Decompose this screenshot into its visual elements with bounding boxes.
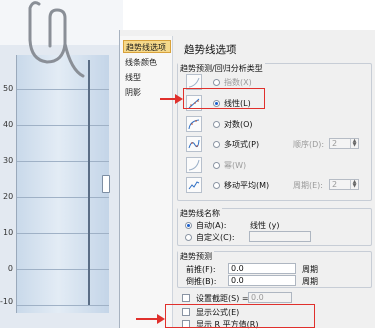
moving-average-preview-icon: [186, 177, 202, 193]
group-title: 趋势预测/回归分析类型: [178, 63, 265, 74]
highlight-box-display-options: [165, 304, 315, 328]
nav-item-trendline-options[interactable]: 趋势线选项: [123, 40, 171, 53]
radio-exponential[interactable]: [213, 79, 220, 86]
order-value: 2: [332, 139, 338, 148]
y-tick-label: 30: [3, 156, 14, 165]
radio-name-custom[interactable]: [185, 234, 192, 241]
period-stepper[interactable]: 2 ▲ ▼: [329, 179, 359, 190]
group-title: 趋势预测: [178, 251, 214, 262]
stepper-arrows-icon[interactable]: ▲ ▼: [350, 139, 358, 148]
paperclip-icon: [28, 1, 85, 78]
label-moving-average: 移动平均(M): [224, 181, 270, 190]
label-period: 周期(E):: [293, 181, 323, 190]
chart-plot-area[interactable]: [16, 55, 109, 313]
radio-moving-average[interactable]: [213, 182, 220, 189]
custom-name-input[interactable]: [249, 231, 311, 242]
nav-item-line-style[interactable]: 线型: [123, 71, 171, 84]
period-value: 2: [332, 180, 338, 189]
trendline[interactable]: [88, 60, 90, 305]
label-forward: 前推(F):: [186, 265, 216, 274]
label-order: 顺序(D):: [293, 140, 325, 149]
label-power: 幂(W): [224, 161, 247, 170]
logarithmic-preview-icon: [186, 116, 202, 132]
stepper-arrows-icon[interactable]: ▲ ▼: [350, 180, 358, 189]
annotation-arrow-icon: [175, 94, 183, 104]
label-intercept: 设置截距(S) =: [196, 294, 249, 303]
radio-logarithmic[interactable]: [213, 121, 220, 128]
y-tick-label: 50: [3, 84, 14, 93]
label-logarithmic: 对数(O): [224, 120, 253, 129]
annotation-arrow-icon: [157, 314, 165, 324]
forward-unit: 周期: [302, 265, 318, 274]
trendline-name-group: 趋势线名称 自动(A): 线性 (y) 自定义(C):: [177, 208, 372, 246]
forecast-group: 趋势预测 前推(F): 0.0 周期 倒推(B): 0.0 周期: [177, 251, 372, 288]
label-backward: 倒推(B):: [186, 277, 217, 286]
annotation-arrow-shaft: [136, 318, 157, 320]
label-polynomial: 多项式(P): [224, 140, 260, 149]
backward-input[interactable]: 0.0: [228, 275, 296, 286]
format-trendline-dialog: 趋势线选项 线条颜色 线型 阴影 趋势线选项 趋势预测/回归分析类型 指数(X)…: [119, 30, 375, 329]
highlight-box-linear: [183, 88, 265, 109]
section-title: 趋势线选项: [184, 44, 237, 56]
option-moving-average[interactable]: 移动平均(M) 周期(E): 2 ▲ ▼: [186, 177, 366, 193]
nav-item-line-color[interactable]: 线条颜色: [123, 56, 171, 69]
dialog-nav: 趋势线选项 线条颜色 线型 阴影: [120, 36, 173, 328]
label-exponential: 指数(X): [224, 78, 252, 87]
selection-handle[interactable]: [102, 175, 110, 193]
polynomial-preview-icon: [186, 136, 202, 152]
annotation-arrow-shaft: [160, 98, 175, 100]
intercept-checkbox[interactable]: [182, 294, 190, 302]
backward-unit: 周期: [302, 277, 318, 286]
power-preview-icon: [186, 157, 202, 173]
y-tick-label: 10: [3, 228, 14, 237]
regression-type-group: 趋势预测/回归分析类型 指数(X) 线性(L) 对数(O) 多项式(P) 顺序(…: [177, 63, 372, 201]
forward-input[interactable]: 0.0: [228, 263, 296, 274]
radio-power[interactable]: [213, 162, 220, 169]
radio-polynomial[interactable]: [213, 141, 220, 148]
label-name-custom: 自定义(C):: [196, 233, 235, 242]
order-stepper[interactable]: 2 ▲ ▼: [329, 138, 359, 149]
label-name-auto: 自动(A):: [196, 221, 227, 230]
intercept-input[interactable]: 0.0: [248, 292, 292, 303]
y-tick-label: 40: [3, 120, 14, 129]
radio-name-auto[interactable]: [185, 222, 192, 229]
y-tick-label: -10: [0, 297, 14, 306]
y-tick-label: 20: [3, 192, 14, 201]
auto-name-value: 线性 (y): [250, 221, 280, 230]
option-polynomial[interactable]: 多项式(P) 顺序(D): 2 ▲ ▼: [186, 136, 366, 152]
group-title: 趋势线名称: [178, 208, 222, 219]
option-power[interactable]: 幂(W): [186, 157, 366, 173]
option-logarithmic[interactable]: 对数(O): [186, 116, 366, 132]
y-tick-label: 0: [7, 264, 13, 273]
